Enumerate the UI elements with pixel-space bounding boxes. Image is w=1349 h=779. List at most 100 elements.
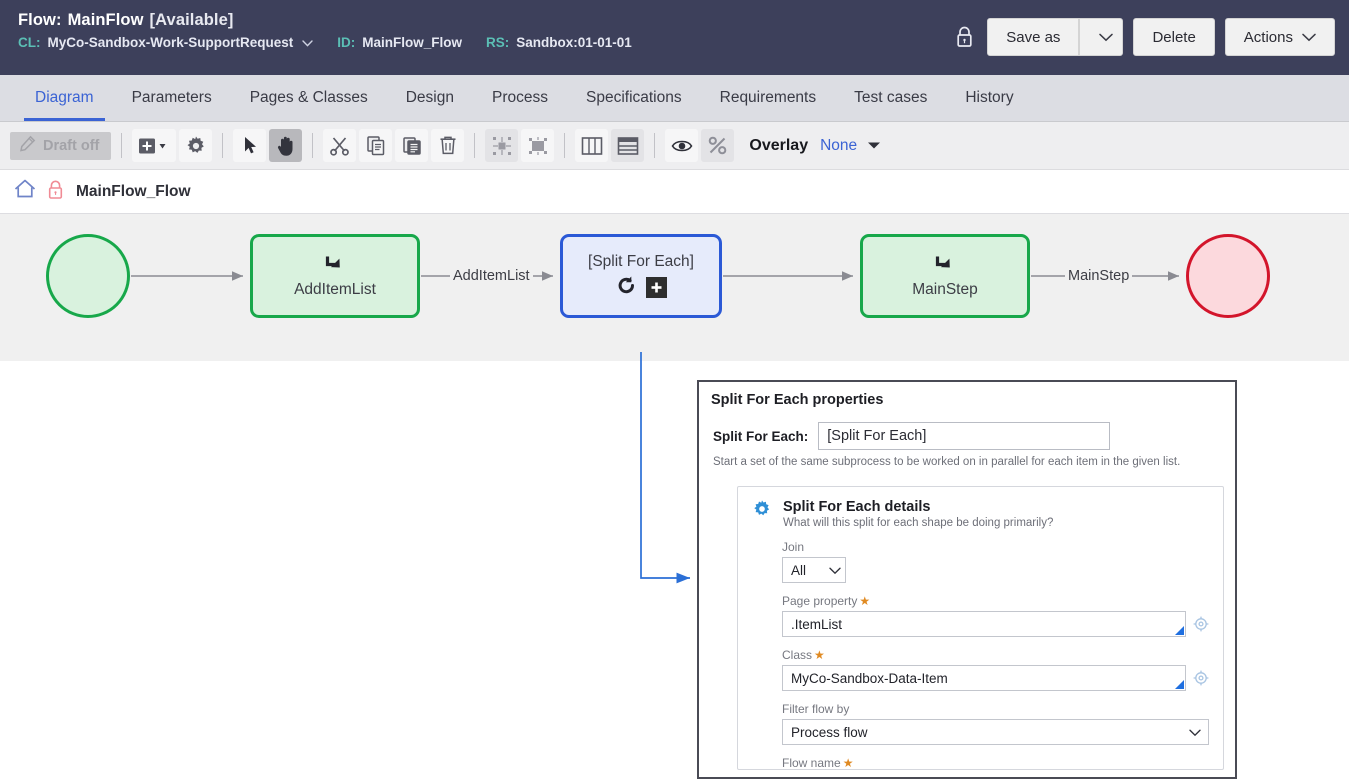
- flow-name-field: Flow name★ ItemFlow: [752, 756, 1209, 770]
- join-field: Join All: [752, 540, 1209, 583]
- class-input[interactable]: MyCo-Sandbox-Data-Item: [782, 665, 1186, 691]
- tab-history[interactable]: History: [946, 75, 1032, 121]
- flow-canvas[interactable]: AddItemList [Split For Each] MainStep Ad…: [0, 214, 1349, 361]
- filter-flow-by-select[interactable]: Process flow: [782, 719, 1209, 745]
- chevron-down-icon: [1302, 33, 1316, 42]
- flow-node-additemlist[interactable]: AddItemList: [250, 234, 420, 318]
- pointer-icon[interactable]: [233, 129, 267, 162]
- flow-name-label: Flow name ★: [782, 756, 1209, 770]
- title-bar-meta: CL: MyCo-Sandbox-Work-SupportRequest ID:…: [18, 35, 632, 50]
- flow-node-split-for-each[interactable]: [Split For Each]: [560, 234, 722, 318]
- target-picker-icon[interactable]: [1193, 616, 1209, 632]
- ruleset-value-label: Sandbox:01-01-01: [516, 35, 632, 50]
- tab-parameters[interactable]: Parameters: [113, 75, 231, 121]
- flow-name-label-text: Flow name: [782, 756, 841, 770]
- rows-layout-icon[interactable]: [611, 129, 645, 162]
- class-label-text: Class: [782, 648, 813, 662]
- align-nodes-icon[interactable]: [485, 129, 519, 162]
- availability-badge: [Available]: [149, 11, 234, 29]
- draft-off-button[interactable]: Draft off: [10, 131, 112, 160]
- chevron-down-icon: [1099, 33, 1113, 42]
- columns-layout-icon[interactable]: [575, 129, 609, 162]
- target-picker-icon[interactable]: [1193, 670, 1209, 686]
- title-bar: Flow: MainFlow [Available] CL: MyCo-Sand…: [0, 0, 1349, 75]
- subprocess-icon: [322, 253, 348, 280]
- scissors-icon[interactable]: [323, 129, 357, 162]
- tab-requirements[interactable]: Requirements: [701, 75, 836, 121]
- tab-design[interactable]: Design: [387, 75, 473, 121]
- flow-node-label: AddItemList: [294, 281, 376, 298]
- tab-pages-and-classes[interactable]: Pages & Classes: [231, 75, 387, 121]
- tab-diagram[interactable]: Diagram: [16, 75, 113, 121]
- class-value-label: MyCo-Sandbox-Work-SupportRequest: [47, 35, 294, 50]
- fit-shape-icon[interactable]: [521, 129, 555, 162]
- split-for-each-properties-panel: Split For Each properties Split For Each…: [697, 380, 1237, 779]
- tab-process[interactable]: Process: [473, 75, 567, 121]
- join-select-value: All: [791, 562, 807, 578]
- page-title: Flow: MainFlow [Available]: [18, 11, 632, 30]
- filter-flow-by-value: Process flow: [791, 724, 868, 740]
- diagram-toolbar: Draft off Overlay None: [0, 122, 1349, 170]
- delete-button[interactable]: Delete: [1133, 18, 1215, 56]
- class-chevron-down-icon[interactable]: [302, 40, 313, 47]
- flow-node-label: MainStep: [912, 281, 978, 298]
- toolbar-divider-3: [312, 133, 314, 158]
- edge-label-mainstep: MainStep: [1065, 268, 1133, 284]
- details-card-subtitle: What will this split for each shape be d…: [783, 517, 1054, 529]
- end-node[interactable]: [1186, 234, 1270, 318]
- required-asterisk: ★: [814, 648, 825, 662]
- tab-specifications[interactable]: Specifications: [567, 75, 701, 121]
- percent-icon[interactable]: [701, 129, 735, 162]
- join-control: All: [782, 557, 1209, 583]
- paste-icon[interactable]: [395, 129, 429, 162]
- ruleset-key-label: RS:: [486, 35, 510, 50]
- page-property-input[interactable]: .ItemList: [782, 611, 1186, 637]
- overlay-chevron-down-icon[interactable]: [867, 141, 881, 150]
- trash-icon[interactable]: [431, 129, 465, 162]
- tab-test-cases[interactable]: Test cases: [835, 75, 946, 121]
- lock-icon[interactable]: [951, 22, 977, 52]
- actions-button[interactable]: Actions: [1224, 18, 1335, 56]
- properties-panel-title: Split For Each properties: [711, 392, 884, 408]
- draft-off-label: Draft off: [43, 137, 100, 154]
- edge-label-additemlist: AddItemList: [450, 268, 533, 284]
- tab-bar: Diagram Parameters Pages & Classes Desig…: [0, 75, 1349, 122]
- copy-icon[interactable]: [359, 129, 393, 162]
- gear-icon[interactable]: [179, 129, 213, 162]
- plus-badge-icon[interactable]: [645, 276, 667, 298]
- toolbar-divider-4: [474, 133, 476, 158]
- class-control: MyCo-Sandbox-Data-Item: [782, 665, 1209, 691]
- hand-icon[interactable]: [269, 129, 303, 162]
- class-label: Class ★: [782, 648, 1209, 662]
- chevron-down-icon: [829, 563, 841, 578]
- expression-corner-icon: [1175, 680, 1184, 689]
- add-shape-icon[interactable]: [132, 129, 177, 162]
- flow-designer-window: Flow: MainFlow [Available] CL: MyCo-Sand…: [0, 0, 1349, 779]
- page-property-label-text: Page property: [782, 594, 858, 608]
- toolbar-divider-1: [121, 133, 123, 158]
- flow-node-mainstep[interactable]: MainStep: [860, 234, 1030, 318]
- toolbar-divider-6: [654, 133, 656, 158]
- save-as-dropdown-button[interactable]: [1079, 18, 1124, 56]
- lock-icon: [47, 179, 64, 205]
- toolbar-divider-2: [222, 133, 224, 158]
- join-select[interactable]: All: [782, 557, 846, 583]
- toolbar-divider-5: [564, 133, 566, 158]
- title-bar-actions: Save as Delete Actions: [951, 8, 1335, 56]
- page-property-label: Page property ★: [782, 594, 1209, 608]
- details-card-title: Split For Each details: [783, 499, 931, 515]
- start-node[interactable]: [46, 234, 130, 318]
- pen-icon: [19, 135, 36, 156]
- eye-icon[interactable]: [665, 129, 699, 162]
- class-field: Class ★ MyCo-Sandbox-Data-Item: [752, 648, 1209, 691]
- home-icon[interactable]: [13, 178, 37, 205]
- split-for-each-name-row: Split For Each:: [713, 422, 1221, 450]
- gear-icon: [752, 499, 772, 524]
- overlay-label: Overlay: [749, 136, 809, 154]
- flow-type-label: Flow:: [18, 11, 62, 29]
- save-as-button[interactable]: Save as: [987, 18, 1080, 56]
- overlay-value[interactable]: None: [820, 137, 857, 155]
- breadcrumb: MainFlow_Flow: [0, 170, 1349, 214]
- split-for-each-name-input[interactable]: [818, 422, 1111, 450]
- filter-flow-by-field: Filter flow by Process flow: [752, 702, 1209, 745]
